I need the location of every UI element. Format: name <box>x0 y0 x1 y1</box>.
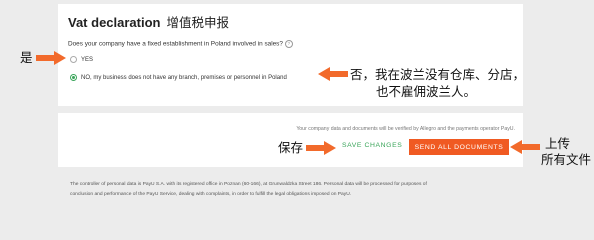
arrow-right-icon-save <box>306 141 336 155</box>
footer-privacy-notice: The controller of personal data is PayU … <box>70 180 540 200</box>
help-icon[interactable]: ? <box>284 40 293 48</box>
annotation-no-line-2: 也不雇佣波兰人。 <box>376 85 477 99</box>
footer-line-1: The controller of personal data is PayU … <box>70 182 427 187</box>
arrow-left-icon-upload <box>510 140 540 154</box>
footer-line-2: conclusion and performance of the PayU S… <box>70 192 352 197</box>
question-text: Does your company have a fixed establish… <box>68 40 283 48</box>
radio-no-label: NO, my business does not have any branch… <box>81 74 287 81</box>
annotation-no-line-1: 否，我在波兰没有仓库、分店， <box>350 68 526 82</box>
arrow-right-icon-yes <box>36 51 66 65</box>
annotation-upload-line-2: 所有文件 <box>541 153 592 167</box>
annotation-upload: 上传 所有文件 <box>541 136 591 168</box>
page-title: Vat declaration 增值税申报 <box>68 12 229 31</box>
fixed-establishment-question: Does your company have a fixed establish… <box>68 40 293 48</box>
arrow-left-icon-no <box>318 67 348 81</box>
radio-yes-label: YES <box>81 56 94 63</box>
title-english: Vat declaration <box>68 15 161 30</box>
title-chinese: 增值税申报 <box>166 16 229 30</box>
annotation-yes: 是 <box>20 51 33 65</box>
annotation-upload-line-1: 上传 <box>545 137 571 151</box>
radio-no-control[interactable] <box>70 74 77 81</box>
verification-info: Your company data and documents will be … <box>296 126 515 132</box>
send-all-documents-button[interactable]: SEND ALL DOCUMENTS <box>409 139 509 155</box>
radio-yes-control[interactable] <box>70 56 77 63</box>
save-changes-button[interactable]: SAVE CHANGES <box>342 142 402 149</box>
annotation-no: 否，我在波兰没有仓库、分店， 也不雇佣波兰人。 <box>350 67 525 101</box>
radio-option-no[interactable]: NO, my business does not have any branch… <box>70 74 287 81</box>
annotation-save: 保存 <box>278 141 304 155</box>
radio-option-yes[interactable]: YES <box>70 56 93 63</box>
